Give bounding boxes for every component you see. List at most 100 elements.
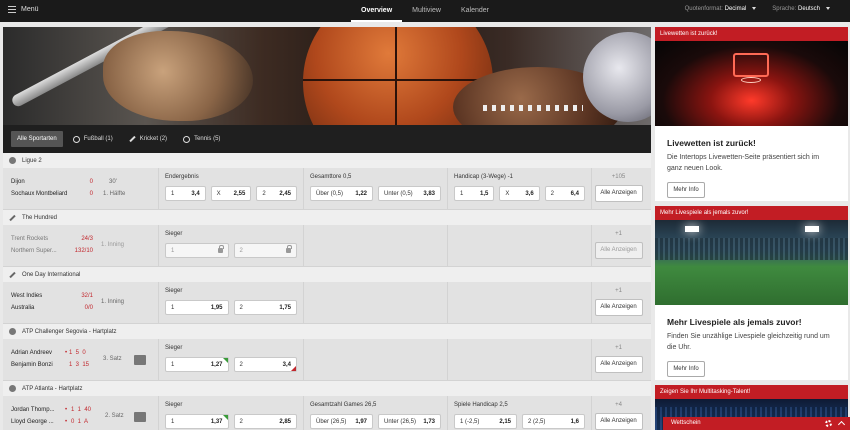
cricket-bat-icon: [129, 135, 136, 143]
tab-all-sports[interactable]: Alle Sportarten: [11, 131, 63, 147]
odd-button[interactable]: 2 3,4: [233, 357, 297, 372]
tennis-ball-icon: [9, 385, 16, 392]
soccer-ball-icon: [9, 157, 16, 164]
cricket-bat-icon: [9, 271, 16, 278]
promo-body: Livewetten ist zurück! Die Intertops Liv…: [655, 126, 848, 201]
event-score: 1 1 40 0 1 A: [71, 407, 92, 425]
chevron-up-icon[interactable]: [837, 420, 846, 429]
odd-button[interactable]: 1 1,37: [165, 414, 229, 429]
lock-icon: [217, 245, 224, 253]
event-row: Trent Rockets Northern Super... 24/3 132/…: [3, 225, 651, 267]
show-all-button[interactable]: Alle Anzeigen: [594, 299, 643, 316]
show-all-button[interactable]: Alle Anzeigen: [594, 413, 643, 430]
odd-button[interactable]: 2 1,75: [233, 300, 297, 315]
show-all-button[interactable]: Alle Anzeigen: [594, 185, 643, 202]
league-header[interactable]: ATP Atlanta - Hartplatz: [3, 381, 651, 396]
odd-button[interactable]: 2 (2,5) 1,6: [522, 414, 585, 429]
market-handicap: Handicap (3-Wege) -1 1 1,5 X 3,6 2 6,4: [447, 168, 591, 210]
odd-button[interactable]: Unter (0,5) 3,83: [378, 186, 441, 201]
market-empty: [303, 282, 447, 324]
promo-card: Mehr Livespiele als jemals zuvor! Mehr L…: [655, 206, 848, 380]
more-info-button[interactable]: Mehr Info: [667, 361, 705, 377]
event-row: West Indies Australia 32/1 0/0 1. Inning …: [3, 282, 651, 324]
market-empty: [447, 225, 591, 267]
top-bar: Menü Overview Multiview Kalender Quotenf…: [0, 0, 850, 22]
promo-header: Zeigen Sie Ihr Multitasking-Talent!: [655, 385, 848, 399]
event-score: 32/1 0/0: [81, 293, 93, 311]
odd-button[interactable]: Über (0,5) 1,22: [310, 186, 373, 201]
more-markets: +1 Alle Anzeigen: [591, 339, 645, 381]
league-header[interactable]: ATP Challenger Segovia - Hartplatz: [3, 324, 651, 339]
more-info-button[interactable]: Mehr Info: [667, 182, 705, 198]
tab-tennis[interactable]: Tennis (5): [177, 131, 226, 147]
odds-up-icon: [222, 415, 228, 420]
odd-button[interactable]: 1 3,4: [165, 186, 206, 201]
odd-button[interactable]: 1 (-2,5) 2,15: [454, 414, 517, 429]
more-markets: +4 Alle Anzeigen: [591, 396, 645, 430]
floodlight-graphic: [685, 226, 699, 232]
event-row: Jordan Thomp... Lloyd George ... • • 1 1 …: [3, 396, 651, 430]
odd-button[interactable]: 1 1,95: [165, 300, 229, 315]
scoreboard-icon[interactable]: [134, 412, 146, 422]
show-all-button[interactable]: Alle Anzeigen: [594, 242, 643, 259]
scoreboard-icon[interactable]: [134, 355, 146, 365]
promo-body: Mehr Livespiele als jemals zuvor! Finden…: [655, 305, 848, 380]
event-teams[interactable]: Dijon Sochaux Montbeliard: [11, 176, 91, 200]
nav-overview[interactable]: Overview: [351, 0, 403, 22]
menu-label: Menü: [21, 6, 39, 13]
market-empty: [447, 282, 591, 324]
nav-multiview[interactable]: Multiview: [402, 0, 451, 22]
settings: Quotenformat: Decimal Sprache: Deutsch: [685, 6, 830, 12]
odd-button[interactable]: 2 6,4: [544, 186, 585, 201]
market-sieger: Sieger 1 1,95 2 1,75: [158, 282, 303, 324]
odd-button-locked[interactable]: 1: [165, 243, 229, 258]
promo-image[interactable]: [655, 220, 848, 305]
league-header[interactable]: Ligue 2: [3, 153, 651, 168]
hero-banner: [3, 27, 651, 125]
baseball-glove-graphic: [103, 31, 253, 121]
odd-button[interactable]: 2 2,85: [233, 414, 297, 429]
language-select[interactable]: Sprache: Deutsch: [772, 6, 830, 12]
odd-button[interactable]: 1 1,5: [454, 186, 495, 201]
odd-button[interactable]: 2 2,45: [256, 186, 298, 201]
football-lace-graphic: [483, 105, 583, 111]
odds-down-icon: [291, 366, 296, 371]
event-teams[interactable]: Jordan Thomp... Lloyd George ...: [11, 404, 61, 428]
tennis-ball-icon: [9, 328, 16, 335]
main-column: Alle Sportarten Fußball (1) Kricket (2) …: [3, 27, 651, 430]
show-all-button[interactable]: Alle Anzeigen: [594, 356, 643, 373]
nav-kalender[interactable]: Kalender: [451, 0, 499, 22]
odd-button[interactable]: Unter (26,5) 1,73: [378, 414, 441, 429]
odd-button[interactable]: Über (26,5) 1,97: [310, 414, 373, 429]
basketball-rim-graphic: [741, 77, 761, 83]
odds-format-select[interactable]: Quotenformat: Decimal: [685, 6, 757, 12]
betslip-label: Wettschein: [671, 420, 701, 426]
tab-football[interactable]: Fußball (1): [67, 131, 119, 147]
promo-title: Livewetten ist zurück!: [667, 138, 756, 148]
odd-button[interactable]: X 3,6: [499, 186, 540, 201]
odd-button-locked[interactable]: 2: [233, 243, 297, 258]
market-gesamttore: Gesamttore 0,5 Über (0,5) 1,22 Unter (0,5…: [303, 168, 447, 210]
odd-button[interactable]: X 2,55: [210, 186, 252, 201]
event-score: 00: [89, 179, 93, 197]
promo-column: Livewetten ist zurück! Livewetten ist zu…: [655, 27, 848, 430]
event-row: Dijon Sochaux Montbeliard 00 30' 1. Hälft…: [3, 168, 651, 210]
event-teams[interactable]: Adrian Andreev Benjamin Bonzi: [11, 347, 63, 371]
cricket-bat-icon: [9, 214, 16, 221]
league-header[interactable]: One Day International: [3, 267, 651, 282]
event-status: 30' 1. Hälfte: [103, 179, 126, 197]
betslip-bar[interactable]: Wettschein: [663, 417, 850, 430]
odd-button[interactable]: 1 1,27: [165, 357, 229, 372]
gear-icon[interactable]: [825, 420, 832, 427]
market-sieger: Sieger 1 1,37 2 2,85: [158, 396, 303, 430]
menu-button[interactable]: Menü: [8, 6, 39, 13]
promo-image[interactable]: [655, 41, 848, 126]
tab-cricket[interactable]: Kricket (2): [123, 131, 173, 147]
event-status: 3. Satz: [103, 356, 122, 362]
market-empty: [447, 339, 591, 381]
market-sieger: Sieger 1 2: [158, 225, 303, 267]
more-markets: +105 Alle Anzeigen: [591, 168, 645, 210]
event-score: 24/3 132/10: [74, 236, 93, 254]
league-header[interactable]: The Hundred: [3, 210, 651, 225]
serve-indicator: • •: [65, 407, 68, 425]
